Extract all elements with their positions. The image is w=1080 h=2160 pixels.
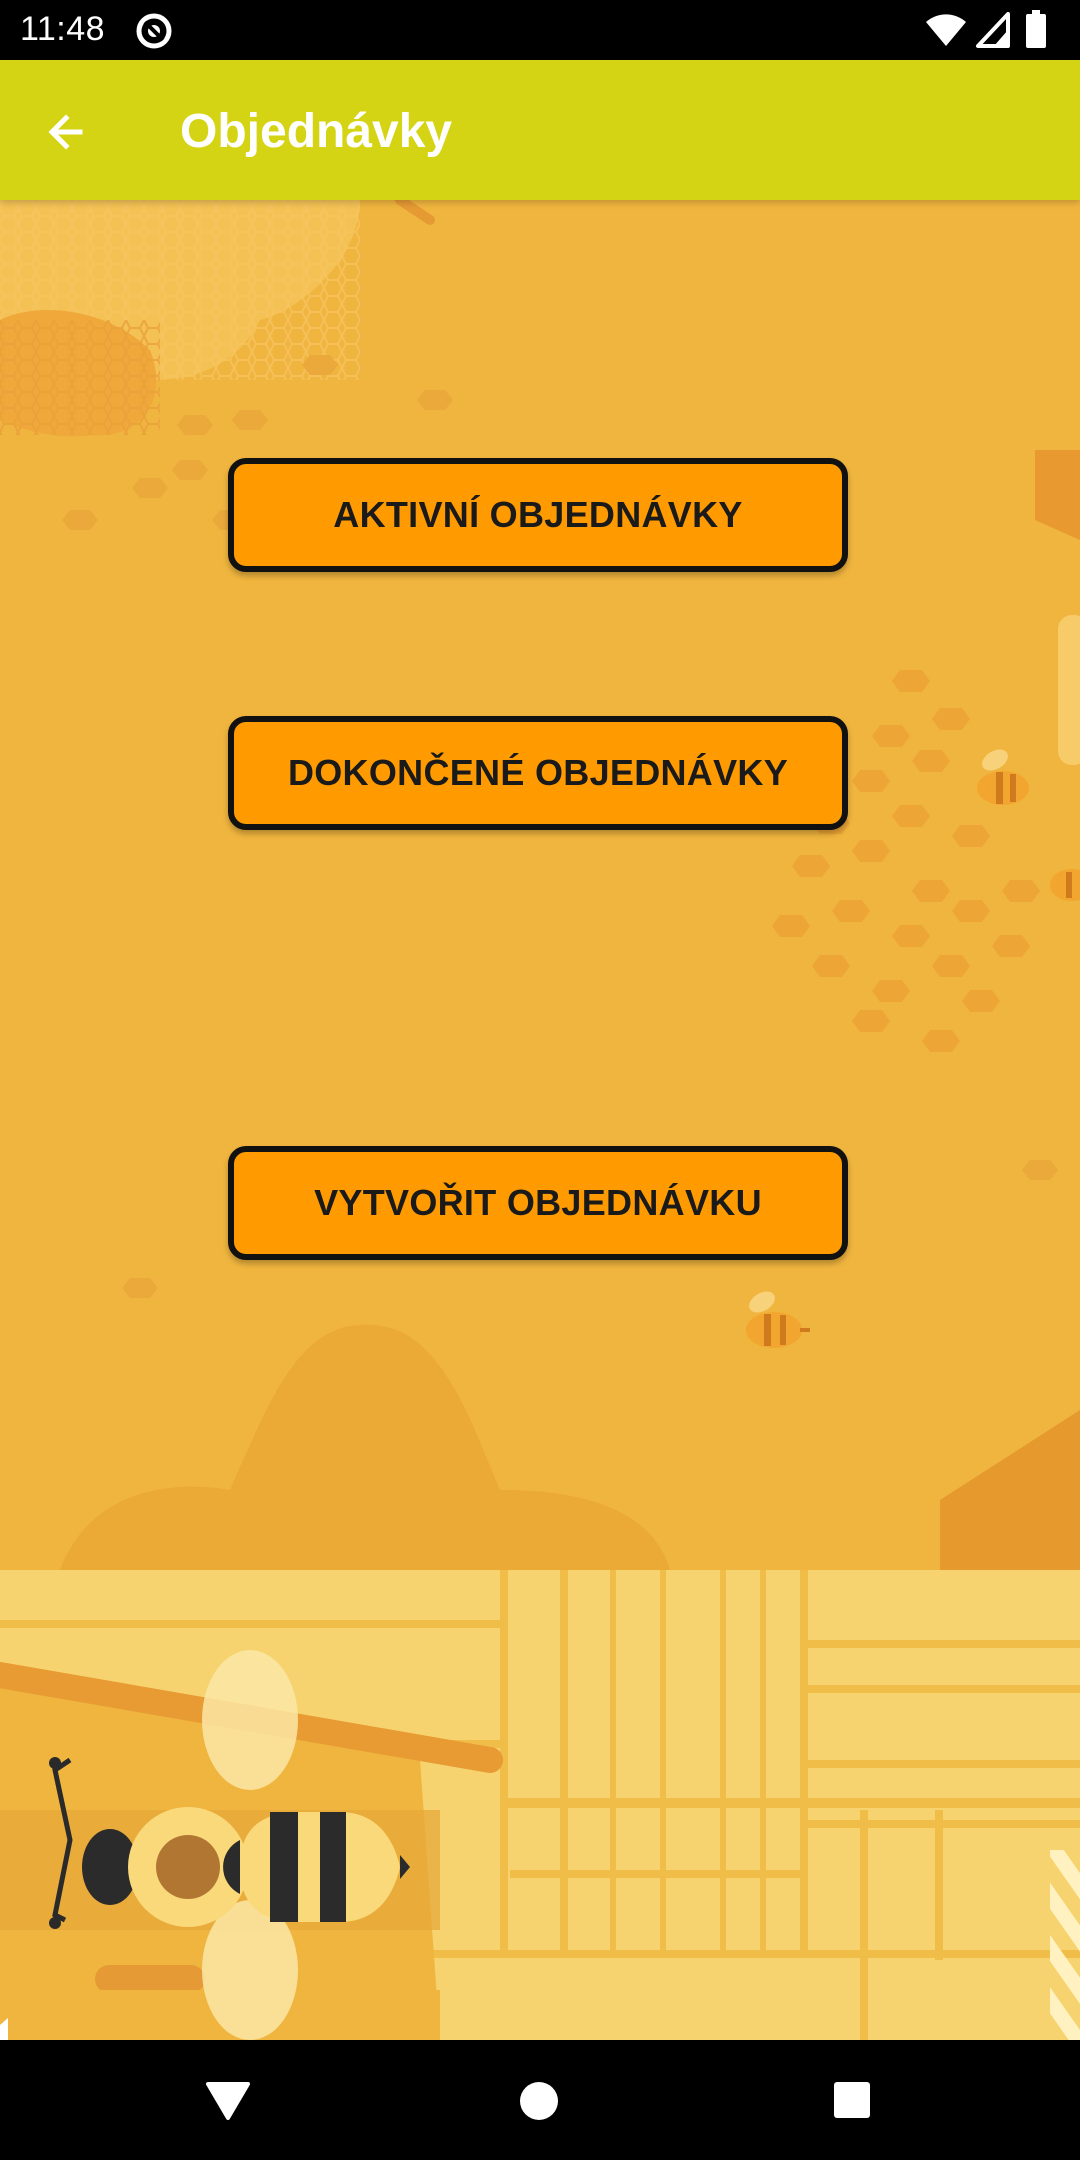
circle-home-icon[interactable]	[520, 2082, 558, 2120]
page-title: Objednávky	[180, 105, 453, 158]
completed-orders-button[interactable]: DOKONČENÉ OBJEDNÁVKY	[228, 716, 848, 830]
status-bar: 11:48	[0, 0, 1080, 60]
battery-icon	[1026, 10, 1046, 48]
app-bar: Objednávky	[0, 60, 1080, 200]
create-order-button[interactable]: VYTVOŘIT OBJEDNÁVKU	[228, 1146, 848, 1260]
at-sign-icon	[136, 13, 172, 49]
system-navigation-bar	[0, 2040, 1080, 2160]
back-arrow-icon[interactable]	[36, 100, 100, 164]
active-orders-button[interactable]: AKTIVNÍ OBJEDNÁVKY	[228, 458, 848, 572]
status-icons	[924, 10, 1064, 50]
square-recents-icon[interactable]	[834, 2082, 870, 2118]
wifi-icon	[926, 14, 966, 46]
triangle-back-icon[interactable]	[204, 2080, 252, 2120]
status-time: 11:48	[20, 10, 106, 48]
main-content: AKTIVNÍ OBJEDNÁVKY DOKONČENÉ OBJEDNÁVKY …	[0, 200, 1080, 2040]
cell-signal-icon	[976, 12, 1010, 48]
